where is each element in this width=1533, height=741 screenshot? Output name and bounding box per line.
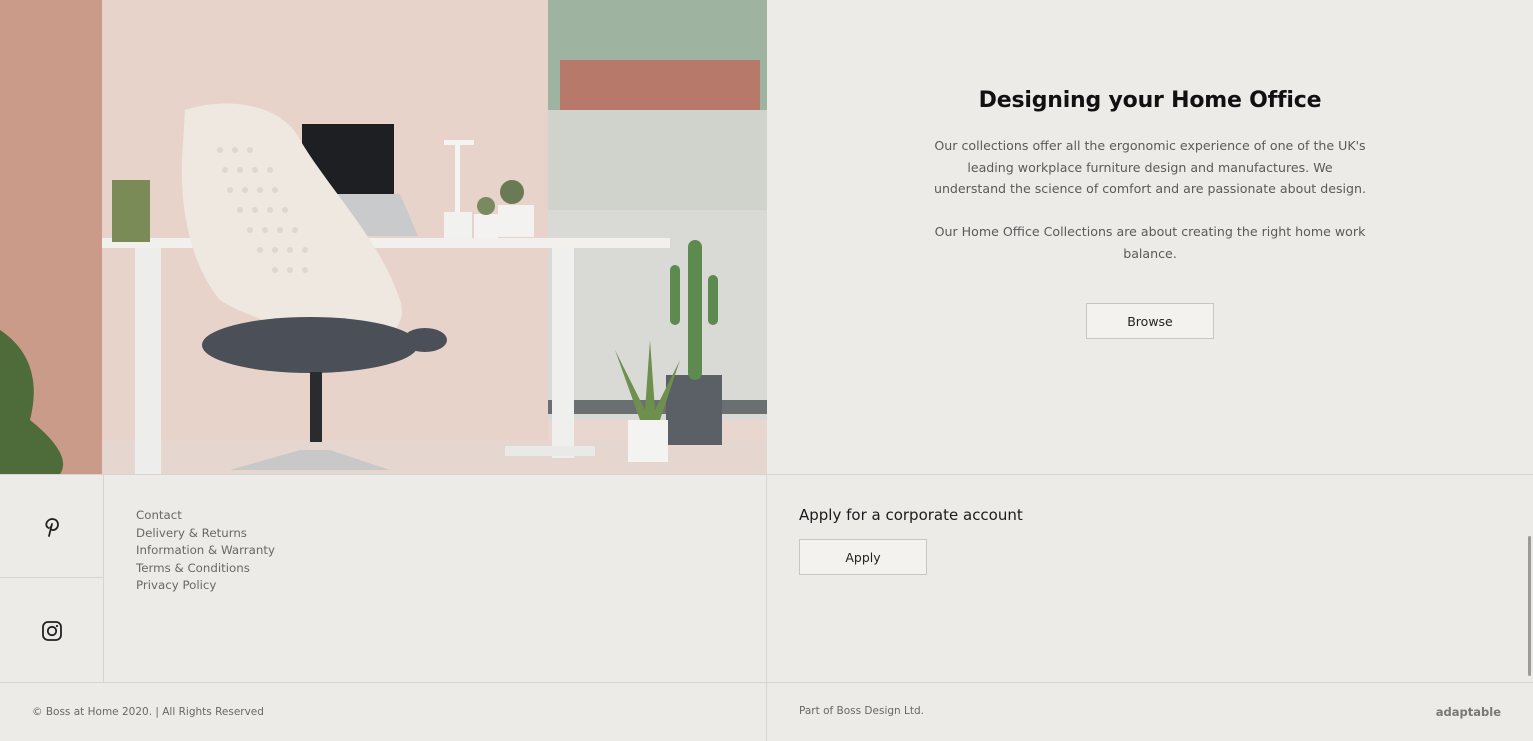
copyright-text: © Boss at Home 2020. | All Rights Reserv… — [32, 706, 264, 718]
collections-paragraph: Our Home Office Collections are about cr… — [934, 224, 1366, 261]
scrollbar-thumb[interactable] — [1528, 536, 1531, 676]
browse-button[interactable]: Browse — [1086, 303, 1214, 339]
instagram-icon — [41, 620, 62, 641]
footer-divider-vertical — [766, 475, 767, 741]
footer-divider-horizontal — [0, 682, 1533, 683]
pinterest-icon — [44, 518, 59, 537]
part-of-text: Part of Boss Design Ltd. — [799, 705, 924, 717]
corporate-account-heading: Apply for a corporate account — [799, 506, 1023, 524]
adaptable-credit-link[interactable]: adaptable — [1436, 705, 1501, 719]
section-title: Designing your Home Office — [978, 88, 1322, 113]
intro-paragraph: Our collections offer all the ergonomic … — [933, 138, 1367, 196]
footer-link-information-warranty[interactable]: Information & Warranty — [136, 542, 275, 560]
site-footer: Contact Delivery & Returns Information &… — [0, 474, 1533, 741]
footer-links: Contact Delivery & Returns Information &… — [136, 507, 275, 595]
home-office-photo — [0, 0, 767, 474]
footer-link-delivery-returns[interactable]: Delivery & Returns — [136, 525, 275, 543]
footer-link-contact[interactable]: Contact — [136, 507, 275, 525]
pinterest-link[interactable] — [0, 475, 103, 578]
footer-link-terms-conditions[interactable]: Terms & Conditions — [136, 560, 275, 578]
apply-button[interactable]: Apply — [799, 539, 927, 575]
footer-link-privacy-policy[interactable]: Privacy Policy — [136, 577, 275, 595]
instagram-link[interactable] — [0, 579, 103, 682]
social-links — [0, 475, 104, 682]
hero-section: Designing your Home Office Our collectio… — [0, 0, 1533, 474]
home-office-copy: Designing your Home Office Our collectio… — [767, 0, 1533, 474]
